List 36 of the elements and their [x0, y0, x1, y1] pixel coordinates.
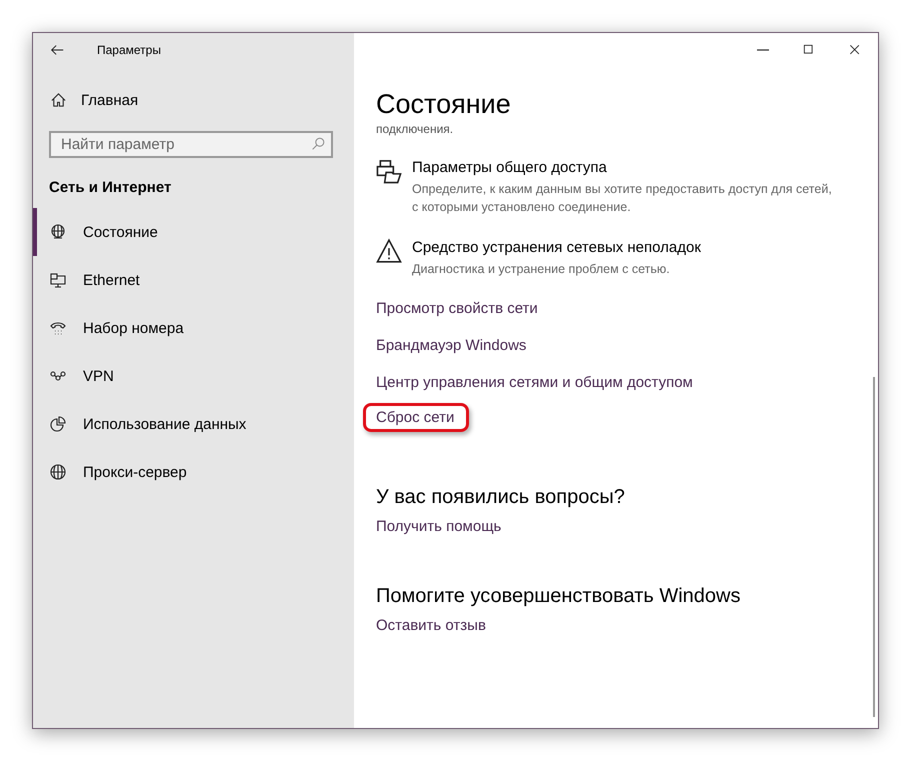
globe-icon	[49, 463, 67, 481]
sidebar-item[interactable]: Использование данных	[33, 400, 354, 448]
setting-title[interactable]: Параметры общего доступа	[412, 158, 607, 177]
section-heading: У вас появились вопросы?	[376, 486, 626, 509]
page-title: Состояние	[376, 89, 512, 120]
setting-description: Диагностика и устранение проблем с сетью.	[412, 261, 671, 278]
scrollbar[interactable]	[873, 377, 875, 717]
setting-title[interactable]: Средство устранения сетевых неполадок	[412, 238, 701, 257]
category-heading: Сеть и Интернет	[49, 179, 172, 196]
sidebar-item[interactable]: Набор номера	[33, 304, 354, 352]
setting-description: Определите, к каким данным вы хотите предоставить доступ для сетей, с которыми установлено соединение.	[412, 181, 832, 216]
sidebar-item[interactable]: VPN	[33, 352, 354, 400]
search-icon	[310, 136, 326, 152]
description-text: подключения.	[376, 122, 454, 136]
globe-monitor-icon	[49, 223, 67, 241]
sidebar-item[interactable]: Ethernet	[33, 256, 354, 304]
sidebar-item[interactable]: Состояние	[33, 208, 354, 256]
help-link[interactable]: Получить помощь	[376, 517, 502, 536]
settings-link[interactable]: Брандмауэр Windows	[376, 336, 526, 355]
close-icon	[848, 43, 862, 57]
home-icon	[50, 92, 67, 109]
minimize-icon	[757, 49, 769, 51]
search-field[interactable]: Найти параметр	[49, 131, 333, 158]
warning-icon	[376, 238, 402, 264]
pie-chart-icon	[49, 415, 67, 433]
home-item[interactable]: Главная	[50, 92, 138, 109]
help-link[interactable]: Оставить отзыв	[376, 616, 486, 635]
section-heading: Помогите усовершенствовать Windows	[376, 585, 742, 608]
sidebar-item[interactable]: Прокси-сервер	[33, 448, 354, 496]
settings-link[interactable]: Сброс сети	[363, 403, 470, 432]
settings-link[interactable]: Просмотр свойств сети	[376, 299, 538, 318]
printer-folder-icon	[376, 158, 402, 184]
monitor-icon	[49, 271, 67, 289]
settings-link[interactable]: Центр управления сетями и общим доступом	[376, 373, 693, 392]
back-arrow-icon	[49, 42, 65, 58]
window-title: Параметры	[97, 43, 161, 57]
